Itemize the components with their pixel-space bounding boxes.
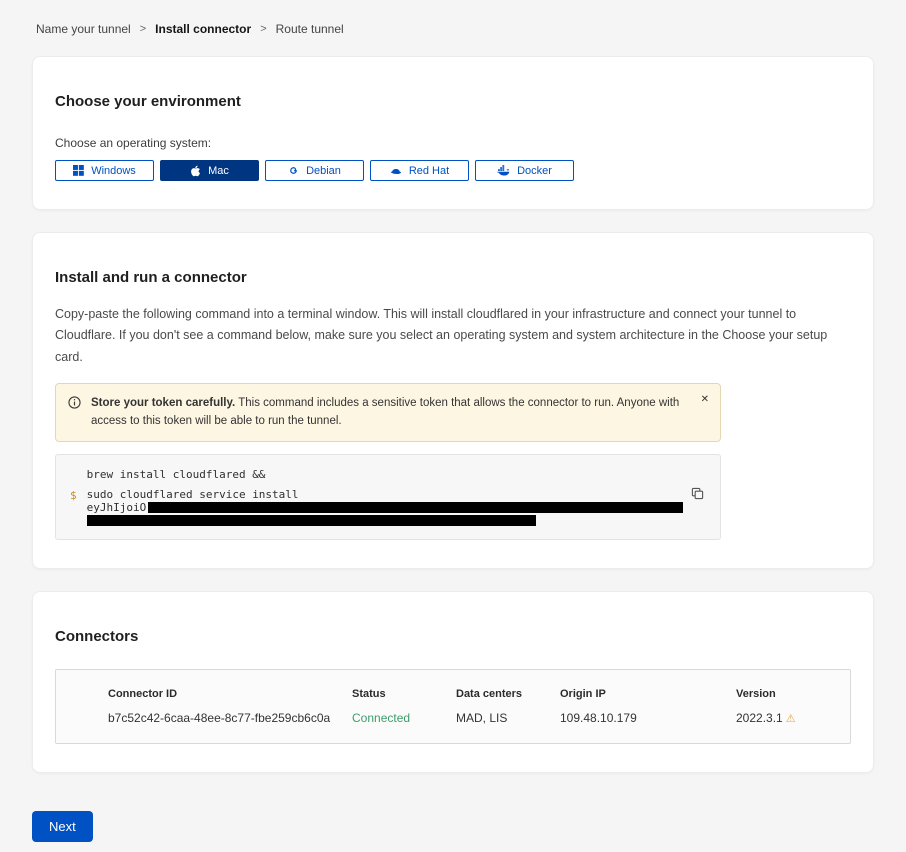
install-command-block: $ brew install cloudflared && sudo cloud…	[55, 454, 721, 540]
version-warning-icon: ⚠	[786, 713, 796, 725]
install-command-text: brew install cloudflared && sudo cloudfl…	[87, 468, 684, 526]
token-warning-text: Store your token carefully. This command…	[91, 394, 686, 431]
os-button-label: Windows	[91, 165, 136, 177]
connectors-table-grid: Connector ID Status Data centers Origin …	[108, 688, 840, 725]
os-select-label: Choose an operating system:	[55, 136, 851, 150]
column-header-origin-ip: Origin IP	[560, 688, 736, 700]
debian-icon	[288, 165, 299, 176]
copy-command-button[interactable]	[689, 485, 706, 505]
info-icon	[68, 394, 81, 431]
column-header-data-centers: Data centers	[456, 688, 560, 700]
column-header-status: Status	[352, 688, 456, 700]
token-warning-banner: Store your token carefully. This command…	[55, 383, 721, 442]
token-redaction-bar	[87, 515, 536, 526]
token-line: eyJhIjoiO	[87, 501, 684, 514]
token-line	[87, 514, 684, 526]
os-button-windows[interactable]: Windows	[55, 160, 154, 181]
token-redaction-bar	[148, 502, 683, 513]
token-prefix: eyJhIjoiO	[87, 501, 147, 514]
breadcrumb-step-route-tunnel: Route tunnel	[276, 22, 344, 36]
environment-card: Choose your environment Choose an operat…	[32, 56, 874, 210]
os-button-label: Docker	[517, 165, 552, 177]
breadcrumb-step-install-connector: Install connector	[155, 22, 251, 36]
install-card: Install and run a connector Copy-paste t…	[32, 232, 874, 569]
os-button-mac[interactable]: Mac	[160, 160, 259, 181]
os-button-docker[interactable]: Docker	[475, 160, 574, 181]
connectors-card: Connectors Connector ID Status Data cent…	[32, 591, 874, 773]
connector-data-centers-value: MAD, LIS	[456, 711, 560, 725]
apple-icon	[190, 165, 201, 177]
os-button-label: Red Hat	[409, 165, 449, 177]
environment-card-title: Choose your environment	[55, 93, 851, 110]
breadcrumb-separator: >	[260, 23, 266, 35]
command-line-1: brew install cloudflared &&	[87, 468, 684, 481]
breadcrumb: Name your tunnel > Install connector > R…	[32, 22, 874, 36]
command-line-2: sudo cloudflared service install	[87, 488, 684, 501]
next-button[interactable]: Next	[32, 811, 93, 842]
connector-status-value: Connected	[352, 711, 456, 725]
token-warning-bold: Store your token carefully.	[91, 397, 235, 409]
breadcrumb-step-name-your-tunnel[interactable]: Name your tunnel	[36, 22, 131, 36]
os-button-label: Debian	[306, 165, 341, 177]
windows-icon	[73, 165, 84, 176]
os-button-redhat[interactable]: Red Hat	[370, 160, 469, 181]
install-description: Copy-paste the following command into a …	[55, 304, 851, 368]
connectors-table: Connector ID Status Data centers Origin …	[55, 669, 851, 744]
column-header-connector-id: Connector ID	[108, 688, 352, 700]
os-button-debian[interactable]: Debian	[265, 160, 364, 181]
tunnel-setup-page: Name your tunnel > Install connector > R…	[0, 0, 906, 852]
os-button-group: Windows Mac Debian Red Hat	[55, 160, 851, 181]
install-card-title: Install and run a connector	[55, 269, 851, 286]
copy-icon	[691, 488, 704, 503]
breadcrumb-separator: >	[140, 23, 146, 35]
column-header-version: Version	[736, 688, 840, 700]
os-button-label: Mac	[208, 165, 229, 177]
terminal-prompt: $	[70, 468, 77, 526]
connector-origin-ip-value: 109.48.10.179	[560, 711, 736, 725]
connector-version-value: 2022.3.1⚠	[736, 711, 840, 725]
connector-id-value: b7c52c42-6caa-48ee-8c77-fbe259cb6c0a	[108, 711, 352, 725]
warning-close-button[interactable]: ✕	[699, 393, 711, 407]
connectors-card-title: Connectors	[55, 628, 851, 645]
redhat-icon	[390, 165, 402, 177]
docker-icon	[497, 165, 510, 176]
